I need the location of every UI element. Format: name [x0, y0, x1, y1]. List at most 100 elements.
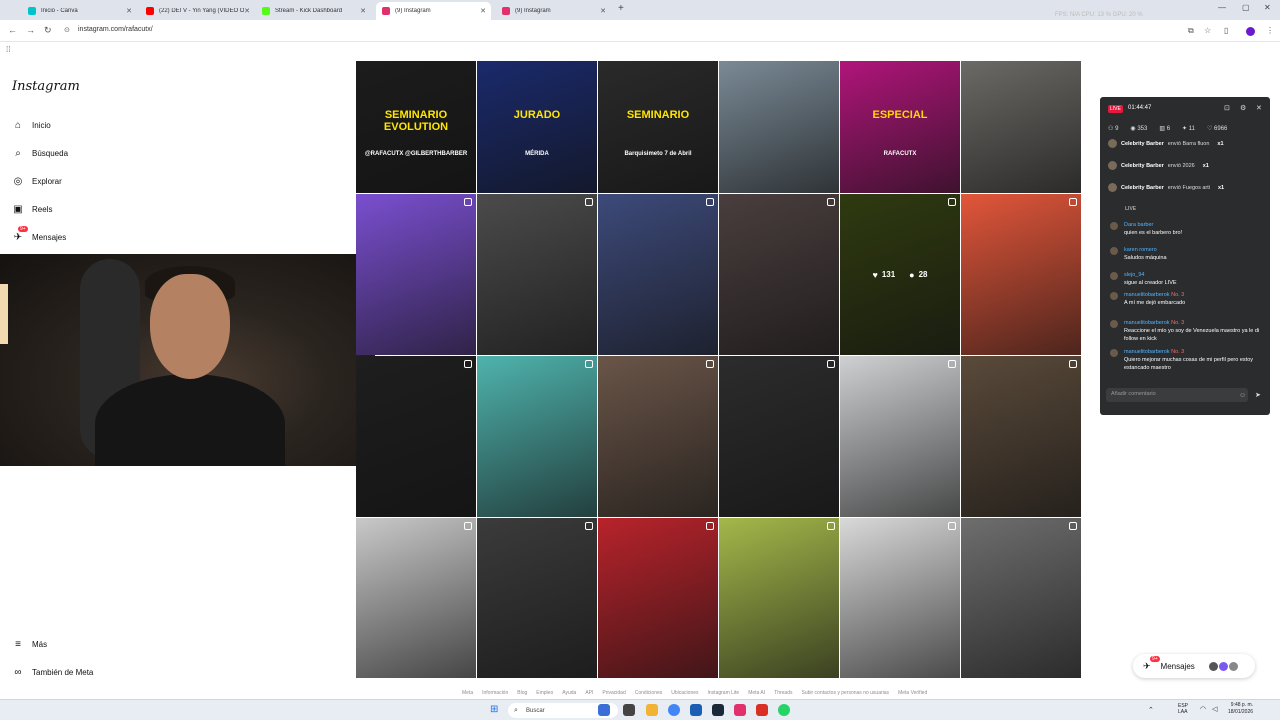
post-thumbnail[interactable]	[719, 356, 839, 517]
tab-close-icon[interactable]: ✕	[244, 7, 250, 15]
browser-tab[interactable]: (9) Instagram ✕	[376, 2, 491, 20]
post-thumbnail[interactable]	[477, 356, 597, 517]
post-thumbnail[interactable]	[356, 518, 476, 678]
maximize-icon[interactable]: ▢	[1242, 3, 1250, 12]
footer-link[interactable]: Privacidad	[602, 690, 625, 696]
post-thumbnail[interactable]	[477, 518, 597, 678]
minimize-icon[interactable]: —	[1218, 3, 1226, 12]
wifi-icon[interactable]: ◠	[1200, 705, 1206, 713]
footer-link[interactable]: Meta	[462, 690, 473, 696]
widgets-icon[interactable]	[598, 704, 610, 716]
footer-link[interactable]: Threads	[774, 690, 792, 696]
back-icon[interactable]: ←	[8, 25, 17, 35]
browser-tab[interactable]: (22) DEI V - Yin Yang (VIDEO O ✕	[140, 2, 255, 20]
lock-icon[interactable]: ⊡	[1224, 104, 1230, 112]
chat-username[interactable]: Dara barber	[1124, 222, 1153, 228]
footer-link[interactable]: Subir contactos y personas no usuarias	[802, 690, 890, 696]
post-thumbnail[interactable]	[840, 356, 960, 517]
instagram-app-icon[interactable]	[734, 704, 746, 716]
tab-close-icon[interactable]: ✕	[480, 7, 486, 15]
nav-item-meta[interactable]: ∞ También de Meta	[12, 666, 93, 678]
apps-grid-icon[interactable]: ⁞⁞	[6, 45, 10, 54]
post-thumbnail[interactable]	[961, 194, 1081, 355]
task-view-icon[interactable]	[623, 704, 635, 716]
url-field[interactable]: instagram.com/rafacutx/	[78, 26, 153, 33]
footer-link[interactable]: Instagram Lite	[708, 690, 740, 696]
tab-close-icon[interactable]: ✕	[600, 7, 606, 15]
chat-stat-value: 6	[1166, 126, 1171, 132]
emoji-icon[interactable]: ☺	[1239, 392, 1246, 399]
nav-item-search[interactable]: ⌕ Búsqueda	[12, 147, 68, 159]
browser-tab[interactable]: (9) Instagram ✕	[496, 2, 611, 20]
post-thumbnail[interactable]	[477, 194, 597, 355]
post-thumbnail[interactable]	[961, 518, 1081, 678]
post-thumbnail[interactable]	[961, 356, 1081, 517]
forward-icon[interactable]: →	[26, 25, 35, 35]
browser-tab[interactable]: Stream - Kick Dashboard ✕	[256, 2, 371, 20]
footer-link[interactable]: Blog	[517, 690, 527, 696]
volume-icon[interactable]: ◁	[1212, 705, 1217, 713]
chat-username[interactable]: karen romero	[1124, 247, 1157, 253]
steam-icon[interactable]	[712, 704, 724, 716]
browser-menu-icon[interactable]: ⋮	[1266, 26, 1274, 35]
post-thumbnail[interactable]: ♥ 131 ● 28	[840, 194, 960, 355]
windows-start-icon[interactable]: ⊞	[490, 704, 498, 715]
nav-item-home[interactable]: ⌂ Inicio	[12, 119, 51, 131]
post-thumbnail[interactable]	[356, 356, 476, 517]
cast-icon[interactable]: ⧉	[1188, 26, 1194, 36]
send-icon[interactable]: ➤	[1255, 391, 1261, 399]
footer-link[interactable]: Ayuda	[562, 690, 576, 696]
tab-close-icon[interactable]: ✕	[360, 7, 366, 15]
post-thumbnail[interactable]	[719, 61, 839, 193]
language-indicator[interactable]: ESP LAA	[1178, 703, 1194, 715]
sidebar-icon[interactable]: ▯	[1224, 26, 1228, 35]
chat-username[interactable]: manuelitobarberok	[1124, 320, 1170, 326]
post-thumbnail[interactable]	[719, 518, 839, 678]
nav-item-reels[interactable]: ▣ Reels	[12, 203, 52, 215]
whatsapp-icon[interactable]	[778, 704, 790, 716]
recording-app-icon[interactable]	[756, 704, 768, 716]
post-thumbnail[interactable]	[356, 194, 476, 355]
chat-username[interactable]: manuelitobarberok	[1124, 349, 1170, 355]
post-thumbnail[interactable]	[598, 194, 718, 355]
post-thumbnail[interactable]: JURADO MÉRIDA	[477, 61, 597, 193]
nav-item-compass[interactable]: ◎ Explorar	[12, 175, 62, 187]
nav-item-messenger[interactable]: ✈ 9+ Mensajes	[12, 226, 66, 243]
footer-link[interactable]: Empleo	[536, 690, 553, 696]
post-thumbnail[interactable]	[719, 194, 839, 355]
chat-input[interactable]: Añadir comentario	[1106, 388, 1248, 402]
close-window-icon[interactable]: ✕	[1264, 3, 1271, 12]
footer-link[interactable]: API	[585, 690, 593, 696]
tray-chevron-icon[interactable]: ⌃	[1148, 706, 1154, 714]
instagram-logo[interactable]: Instagram	[12, 79, 80, 94]
site-info-icon[interactable]: ⊙	[64, 26, 70, 34]
chat-username[interactable]: manuelitobarberok	[1124, 292, 1170, 298]
post-thumbnail[interactable]: SEMINARIO Barquisimeto 7 de Abril	[598, 61, 718, 193]
new-tab-button[interactable]: +	[618, 3, 624, 14]
chat-username[interactable]: slejo_94	[1124, 272, 1145, 278]
settings-icon[interactable]: ⚙	[1240, 104, 1246, 112]
system-clock[interactable]: 9:48 p. m. 18/01/2026	[1228, 702, 1253, 716]
nav-item-menu[interactable]: ≡ Más	[12, 638, 47, 650]
close-chat-icon[interactable]: ✕	[1256, 104, 1262, 112]
footer-link[interactable]: Ubicaciones	[671, 690, 698, 696]
post-thumbnail[interactable]: ESPECIAL RAFACUTX	[840, 61, 960, 193]
browser-tab[interactable]: Inicio - Canva ✕	[22, 2, 137, 20]
post-thumbnail[interactable]	[598, 518, 718, 678]
tab-close-icon[interactable]: ✕	[126, 7, 132, 15]
footer-link[interactable]: Meta AI	[748, 690, 765, 696]
file-explorer-icon[interactable]	[646, 704, 658, 716]
post-thumbnail[interactable]: SEMINARIO EVOLUTION @RAFACUTX @GILBERTHBA…	[356, 61, 476, 193]
post-thumbnail[interactable]	[840, 518, 960, 678]
footer-link[interactable]: Información	[482, 690, 508, 696]
post-thumbnail[interactable]	[598, 356, 718, 517]
edge-icon[interactable]	[690, 704, 702, 716]
bookmark-star-icon[interactable]: ☆	[1204, 26, 1211, 35]
chrome-icon[interactable]	[668, 704, 680, 716]
post-thumbnail[interactable]	[961, 61, 1081, 193]
footer-link[interactable]: Meta Verified	[898, 690, 927, 696]
messages-float-button[interactable]: ✈ 9+ Mensajes	[1133, 654, 1255, 678]
profile-avatar[interactable]	[1246, 27, 1255, 36]
reload-icon[interactable]: ↻	[44, 25, 52, 36]
footer-link[interactable]: Condiciones	[635, 690, 663, 696]
